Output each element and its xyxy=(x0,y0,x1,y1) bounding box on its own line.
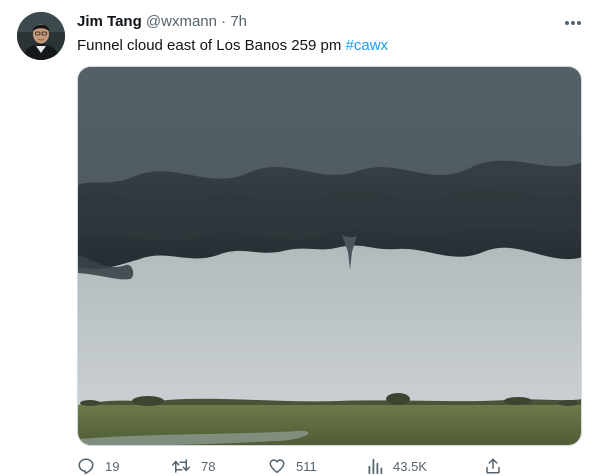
display-name[interactable]: Jim Tang xyxy=(77,13,142,30)
timestamp[interactable]: 7h xyxy=(230,13,247,30)
retweet-button[interactable]: 78 xyxy=(171,456,215,476)
action-bar: 19 78 511 43.5K xyxy=(77,456,582,476)
views-button[interactable]: 43.5K xyxy=(367,456,427,476)
reply-count: 19 xyxy=(105,458,120,474)
reply-button[interactable]: 19 xyxy=(77,456,119,476)
views-count: 43.5K xyxy=(393,458,427,474)
tweet[interactable]: Jim Tang @wxmann · 7h Funnel cloud east … xyxy=(0,0,598,476)
heart-icon xyxy=(269,459,285,474)
share-button[interactable] xyxy=(484,456,502,476)
share-icon xyxy=(486,458,500,474)
views-chart-icon xyxy=(368,458,383,475)
reply-icon xyxy=(78,458,94,475)
more-button[interactable] xyxy=(562,14,584,32)
like-button[interactable]: 511 xyxy=(268,456,317,476)
tweet-text: Funnel cloud east of Los Banos 259 pm #c… xyxy=(77,36,388,56)
more-horizontal-icon xyxy=(565,21,581,25)
user-handle[interactable]: @wxmann xyxy=(146,13,217,30)
retweet-count: 78 xyxy=(201,458,216,474)
separator-dot: · xyxy=(221,13,227,30)
hashtag-link[interactable]: #cawx xyxy=(346,37,389,54)
like-count: 511 xyxy=(296,458,317,474)
tweet-photo[interactable] xyxy=(77,66,582,446)
avatar[interactable] xyxy=(17,12,65,60)
retweet-icon xyxy=(172,459,190,473)
tweet-body: Funnel cloud east of Los Banos 259 pm xyxy=(77,37,346,54)
tweet-header: Jim Tang @wxmann · 7h xyxy=(77,12,247,32)
